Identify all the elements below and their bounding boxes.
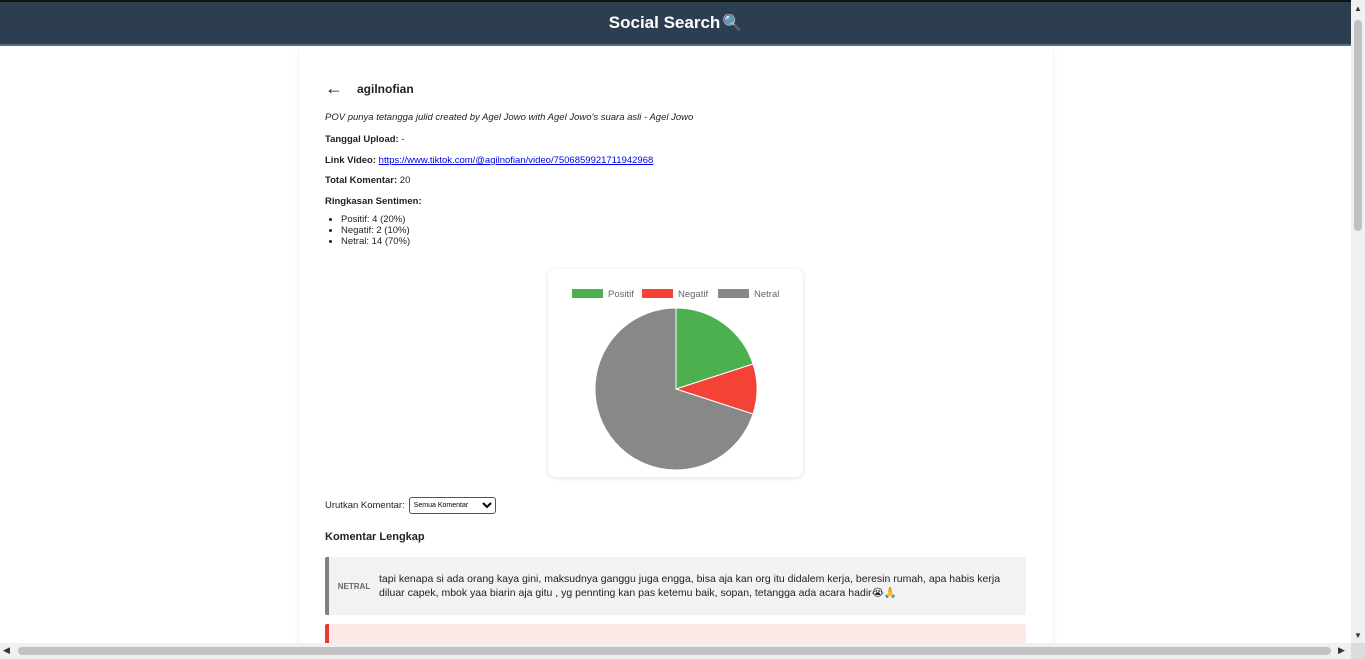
summary-item-negatif: Negatif: 2 (10%)	[341, 225, 410, 236]
scroll-right-icon[interactable]: ▶	[1338, 645, 1345, 656]
legend-swatch-positif[interactable]	[572, 289, 603, 298]
video-description: POV punya tetangga julid created by Agel…	[325, 112, 694, 123]
upload-date-value: -	[398, 134, 405, 145]
search-icon: 🔍	[722, 15, 743, 32]
total-comments-value: 20	[397, 175, 411, 186]
horizontal-scroll-thumb[interactable]	[18, 647, 1331, 655]
app-title: Social Search	[608, 13, 721, 32]
sort-row: Urutkan Komentar: Semua Komentar	[325, 497, 496, 514]
summary-item-positif: Positif: 4 (20%)	[341, 214, 410, 225]
sentiment-chart: Positif Negatif Netral	[548, 269, 803, 477]
back-arrow-icon[interactable]: ←	[325, 78, 353, 99]
sentiment-summary-heading: Ringkasan Sentimen:	[325, 196, 422, 207]
total-comments-label: Total Komentar:	[325, 175, 398, 186]
legend-label-netral[interactable]: Netral	[754, 289, 779, 300]
comments-section-title: Komentar Lengkap	[325, 531, 425, 543]
scroll-left-icon[interactable]: ◀	[3, 645, 10, 656]
video-detail-card: ← agilnofian POV punya tetangga julid cr…	[299, 46, 1053, 643]
sentiment-pie-chart: Positif Negatif Netral	[572, 289, 779, 471]
upload-date: Tanggal Upload: -	[325, 134, 405, 145]
horizontal-scrollbar[interactable]: ◀ ▶	[0, 643, 1351, 659]
sort-select[interactable]: Semua Komentar	[408, 497, 496, 514]
legend-swatch-negatif[interactable]	[642, 289, 673, 298]
total-comments: Total Komentar: 20	[325, 175, 410, 186]
legend-label-negatif[interactable]: Negatif	[678, 289, 708, 300]
legend-label-positif[interactable]: Positif	[608, 289, 634, 300]
video-header: ← agilnofian	[325, 78, 414, 99]
video-link-label: Link Video:	[325, 155, 377, 166]
sort-label: Urutkan Komentar:	[325, 500, 405, 511]
username: agilnofian	[357, 81, 414, 96]
comment-card: NETRAL tapi kenapa si ada orang kaya gin…	[325, 557, 1026, 615]
scroll-down-icon[interactable]: ▼	[1354, 631, 1362, 640]
scrollbar-corner	[1351, 643, 1365, 659]
upload-date-label: Tanggal Upload:	[325, 134, 399, 145]
legend-swatch-netral[interactable]	[718, 289, 749, 298]
scroll-up-icon[interactable]: ▲	[1354, 4, 1362, 13]
comment-card	[325, 624, 1026, 643]
video-link-url[interactable]: https://www.tiktok.com/@agilnofian/video…	[379, 155, 654, 166]
app-header: Social Search 🔍	[0, 0, 1351, 46]
vertical-scroll-thumb[interactable]	[1354, 20, 1362, 231]
sentiment-label: NETRAL	[337, 581, 371, 591]
vertical-scrollbar[interactable]: ▲ ▼	[1351, 0, 1365, 659]
video-link: Link Video: https://www.tiktok.com/@agil…	[325, 155, 653, 166]
summary-item-netral: Netral: 14 (70%)	[341, 236, 410, 247]
comment-text: tapi kenapa si ada orang kaya gini, maks…	[379, 573, 1001, 599]
page-content: ← agilnofian POV punya tetangga julid cr…	[0, 46, 1351, 643]
sentiment-summary-list: Positif: 4 (20%) Negatif: 2 (10%) Netral…	[325, 214, 410, 247]
